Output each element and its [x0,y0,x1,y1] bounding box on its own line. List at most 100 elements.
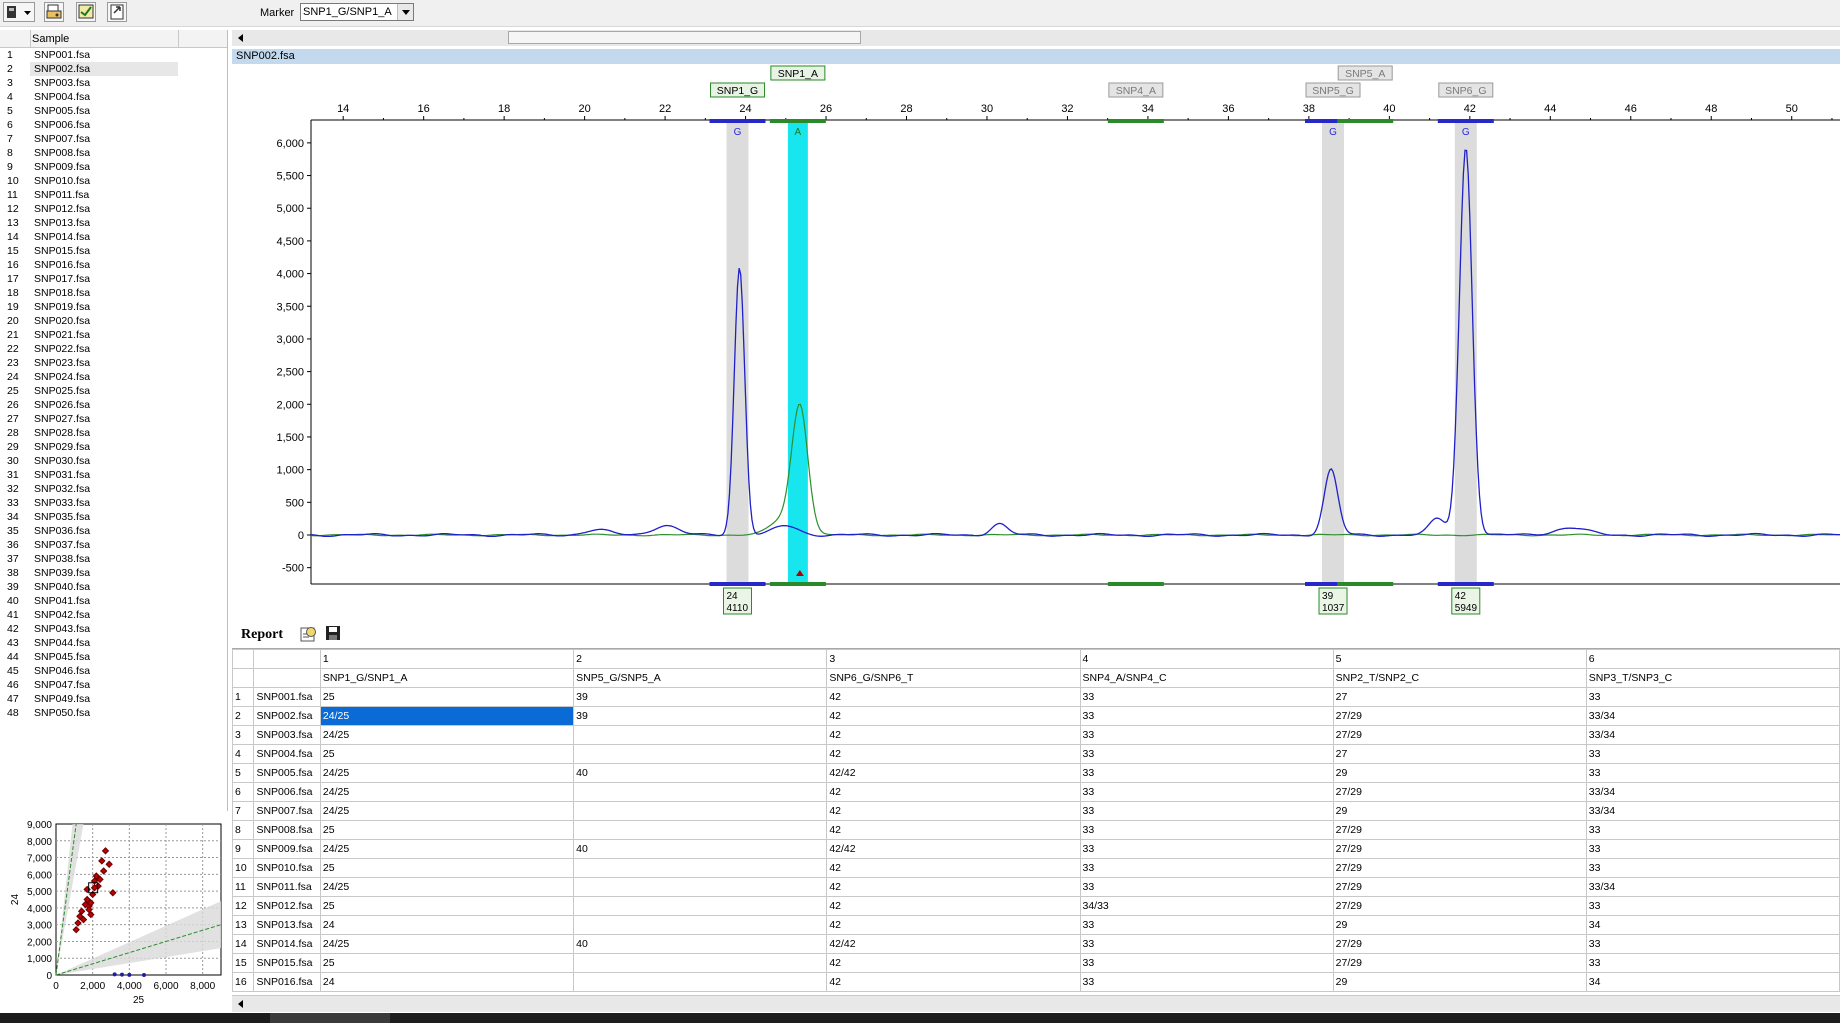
marker-select[interactable]: SNP1_G/SNP1_A [300,3,414,21]
sample-list-item[interactable]: 43 SNP044.fsa [0,636,227,650]
genotype-cell[interactable]: 33 [1585,820,1840,840]
sample-list-item[interactable]: 19 SNP019.fsa [0,300,227,314]
report-row-number[interactable]: 2 [232,706,255,726]
table-row[interactable]: 13 SNP013.fsa 24 42 33 29 34 [232,915,1840,935]
genotype-cell[interactable]: 33/34 [1585,706,1840,726]
genotype-cell[interactable]: 27/29 [1332,820,1587,840]
report-sample-cell[interactable]: SNP012.fsa [253,896,321,916]
report-column-header[interactable]: SNP1_G/SNP1_A [319,668,575,688]
table-row[interactable]: 2 SNP002.fsa 24/25 39 42 33 27/29 33/34 [232,706,1840,726]
report-sample-cell[interactable]: SNP005.fsa [253,763,321,783]
genotype-cell[interactable]: 33 [1079,763,1334,783]
check-icon[interactable] [76,2,96,22]
sample-list-item[interactable]: 27 SNP027.fsa [0,412,227,426]
report-row-number[interactable]: 6 [232,782,255,802]
report-row-number[interactable]: 14 [232,934,255,954]
view-mode-dropdown-button[interactable] [3,2,35,22]
genotype-cell[interactable]: 27/29 [1332,858,1587,878]
sample-list-item[interactable]: 28 SNP028.fsa [0,426,227,440]
sample-column-header[interactable]: Sample [32,33,69,45]
sample-list-item[interactable]: 9 SNP009.fsa [0,160,227,174]
report-sample-cell[interactable]: SNP009.fsa [253,839,321,859]
genotype-cell[interactable]: 33 [1079,801,1334,821]
genotype-cell[interactable]: 34/33 [1079,896,1334,916]
report-sample-cell[interactable]: SNP001.fsa [253,687,321,707]
genotype-cell[interactable]: 34 [1585,972,1840,992]
horizontal-scrollbar[interactable] [232,30,1840,46]
genotype-cell[interactable]: 33 [1585,744,1840,764]
genotype-cell[interactable]: 33 [1079,725,1334,745]
table-row[interactable]: 16 SNP016.fsa 24 42 33 29 34 [232,972,1840,992]
report-row-number[interactable]: 10 [232,858,255,878]
genotype-cell[interactable]: 27/29 [1332,953,1587,973]
genotype-cell[interactable]: 29 [1332,972,1587,992]
sample-list-item[interactable]: 1 SNP001.fsa [0,48,227,62]
sample-list-item[interactable]: 4 SNP004.fsa [0,90,227,104]
genotype-cell[interactable]: 25 [319,820,575,840]
genotype-cell[interactable]: 40 [573,839,828,859]
sample-list-item[interactable]: 13 SNP013.fsa [0,216,227,230]
genotype-cell[interactable]: 24 [319,972,575,992]
report-row-number[interactable]: 7 [232,801,255,821]
genotype-cell[interactable]: 42 [826,801,1081,821]
genotype-cell[interactable]: 33/34 [1585,725,1840,745]
report-sample-cell[interactable]: SNP016.fsa [253,972,321,992]
genotype-cell[interactable]: 42 [826,782,1081,802]
sample-list-item[interactable]: 20 SNP020.fsa [0,314,227,328]
genotype-cell[interactable]: 27/29 [1332,782,1587,802]
sample-list-item[interactable]: 29 SNP029.fsa [0,440,227,454]
report-row-number[interactable]: 1 [232,687,255,707]
genotype-cell[interactable] [573,877,828,897]
genotype-cell[interactable]: 24/25 [319,934,575,954]
table-row[interactable]: 12 SNP012.fsa 25 42 34/33 27/29 33 [232,896,1840,916]
report-row-number[interactable]: 5 [232,763,255,783]
sample-list-item[interactable]: 7 SNP007.fsa [0,132,227,146]
sample-list-item[interactable]: 23 SNP023.fsa [0,356,227,370]
sample-list-item[interactable]: 18 SNP018.fsa [0,286,227,300]
genotype-cell[interactable]: 27 [1332,687,1587,707]
genotype-cell[interactable]: 33 [1585,839,1840,859]
genotype-cell[interactable]: 42/42 [826,763,1081,783]
genotype-cell[interactable]: 33 [1079,744,1334,764]
scroll-left-icon[interactable] [234,31,248,45]
genotype-cell[interactable]: 29 [1332,915,1587,935]
sample-list-item[interactable]: 34 SNP035.fsa [0,510,227,524]
genotype-cell[interactable] [573,801,828,821]
sample-list-item[interactable]: 6 SNP006.fsa [0,118,227,132]
genotype-cell[interactable]: 24/25 [319,801,575,821]
table-row[interactable]: 5 SNP005.fsa 24/25 40 42/42 33 29 33 [232,763,1840,783]
sample-list-item[interactable]: 44 SNP045.fsa [0,650,227,664]
sample-list-item[interactable]: 15 SNP015.fsa [0,244,227,258]
sample-list-item[interactable]: 25 SNP025.fsa [0,384,227,398]
genotype-cell[interactable]: 33/34 [1585,782,1840,802]
genotype-cell[interactable] [573,725,828,745]
genotype-cell[interactable]: 33 [1079,839,1334,859]
report-row-number[interactable]: 12 [232,896,255,916]
table-row[interactable]: 14 SNP014.fsa 24/25 40 42/42 33 27/29 33 [232,934,1840,954]
sample-list-item[interactable]: 17 SNP017.fsa [0,272,227,286]
report-sample-cell[interactable]: SNP008.fsa [253,820,321,840]
genotype-cell[interactable] [573,782,828,802]
table-row[interactable]: 10 SNP010.fsa 25 42 33 27/29 33 [232,858,1840,878]
genotype-cell[interactable]: 24/25 [319,725,575,745]
genotype-cell[interactable]: 24 [319,915,575,935]
report-sample-cell[interactable]: SNP004.fsa [253,744,321,764]
sample-list-item[interactable]: 12 SNP012.fsa [0,202,227,216]
genotype-cell[interactable]: 42/42 [826,839,1081,859]
genotype-cell[interactable]: 33 [1585,896,1840,916]
table-row[interactable]: 3 SNP003.fsa 24/25 42 33 27/29 33/34 [232,725,1840,745]
table-row[interactable]: 15 SNP015.fsa 25 42 33 27/29 33 [232,953,1840,973]
sample-list-item[interactable]: 24 SNP024.fsa [0,370,227,384]
table-row[interactable]: 8 SNP008.fsa 25 42 33 27/29 33 [232,820,1840,840]
genotype-cell[interactable]: 24/25 [319,706,575,726]
sample-list-item[interactable]: 26 SNP026.fsa [0,398,227,412]
table-row[interactable]: 1 SNP001.fsa 25 39 42 33 27 33 [232,687,1840,707]
sample-list-item[interactable]: 16 SNP016.fsa [0,258,227,272]
table-row[interactable]: 6 SNP006.fsa 24/25 42 33 27/29 33/34 [232,782,1840,802]
genotype-cell[interactable]: 39 [573,706,828,726]
genotype-cell[interactable]: 27/29 [1332,706,1587,726]
report-column-number[interactable]: 4 [1079,649,1334,669]
genotype-cell[interactable]: 27/29 [1332,934,1587,954]
sample-list-item[interactable]: 21 SNP021.fsa [0,328,227,342]
sample-list-item[interactable]: 48 SNP050.fsa [0,706,227,720]
